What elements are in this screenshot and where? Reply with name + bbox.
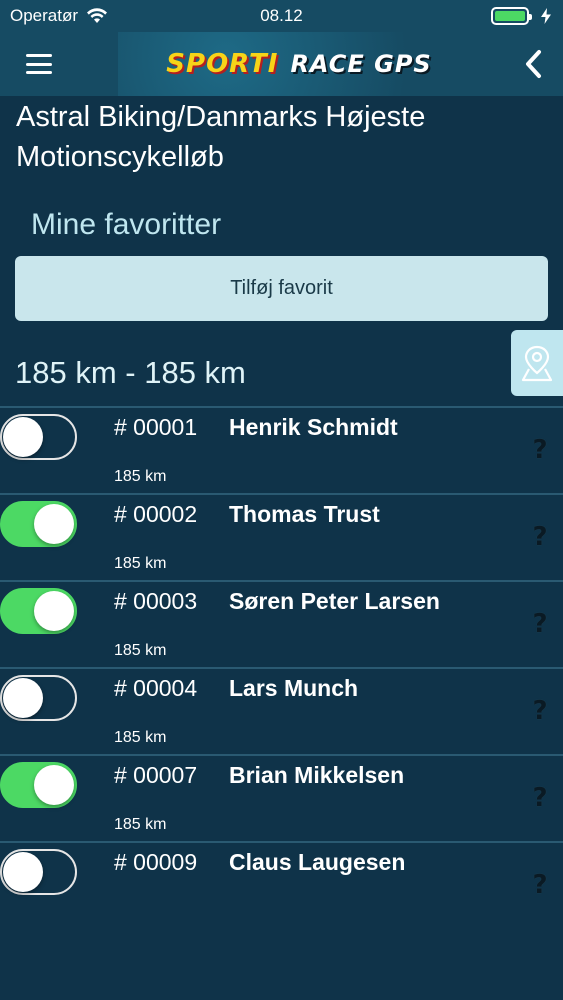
wifi-icon — [87, 8, 108, 23]
rider-row[interactable]: # 00001 Henrik Schmidt 185 km ? — [0, 406, 563, 493]
status-right — [491, 7, 551, 25]
rider-list: # 00001 Henrik Schmidt 185 km ? # 00002 … — [0, 406, 563, 928]
rider-distance: 185 km — [114, 555, 167, 572]
favorite-toggle[interactable] — [0, 414, 77, 460]
rider-name: Brian Mikkelsen — [229, 762, 405, 788]
rider-name: Claus Laugesen — [229, 849, 406, 875]
rider-bib-number: # 00007 — [114, 762, 198, 788]
charging-icon — [541, 8, 551, 24]
rider-bib-number: # 00002 — [114, 501, 198, 527]
rider-row[interactable]: # 00004 Lars Munch 185 km ? — [0, 667, 563, 754]
logo-race-gps-text: RACE GPS — [290, 50, 432, 78]
rider-distance: 185 km — [114, 642, 167, 659]
toggle-knob — [34, 504, 74, 544]
map-button[interactable] — [511, 330, 563, 396]
favorite-toggle[interactable] — [0, 762, 77, 808]
rider-bib-number: # 00001 — [114, 414, 198, 440]
carrier-label: Operatør — [10, 6, 79, 25]
rider-name: Lars Munch — [229, 675, 359, 701]
favorite-toggle[interactable] — [0, 849, 77, 895]
event-title: Astral Biking/Danmarks Højeste Motionscy… — [16, 101, 426, 173]
toggle-knob — [3, 678, 43, 718]
rider-name: Søren Peter Larsen — [229, 588, 440, 614]
rider-distance: 185 km — [114, 729, 167, 746]
question-mark-icon[interactable]: ? — [529, 610, 551, 638]
favorites-heading: Mine favoritter — [31, 208, 222, 241]
favorite-toggle[interactable] — [0, 501, 77, 547]
rider-bib-number: # 00004 — [114, 675, 198, 701]
question-mark-icon[interactable]: ? — [529, 784, 551, 812]
distance-range-heading: 185 km - 185 km — [15, 355, 246, 390]
app-logo: SPORTI RACE GPS — [118, 32, 480, 96]
add-favorite-button[interactable]: Tilføj favorit — [15, 256, 548, 321]
toggle-knob — [3, 417, 43, 457]
chevron-left-icon[interactable] — [523, 49, 545, 79]
hamburger-menu-icon[interactable] — [26, 54, 52, 74]
rider-row[interactable]: # 00003 Søren Peter Larsen 185 km ? — [0, 580, 563, 667]
battery-icon — [491, 7, 532, 25]
question-mark-icon[interactable]: ? — [529, 436, 551, 464]
favorite-toggle[interactable] — [0, 675, 77, 721]
rider-distance: 185 km — [114, 468, 167, 485]
question-mark-icon[interactable]: ? — [529, 871, 551, 899]
rider-distance: 185 km — [114, 816, 167, 833]
status-bar: Operatør 08.12 — [0, 0, 563, 32]
rider-row[interactable]: # 00007 Brian Mikkelsen 185 km ? — [0, 754, 563, 841]
rider-name: Thomas Trust — [229, 501, 380, 527]
toggle-knob — [34, 591, 74, 631]
status-left: Operatør — [10, 6, 108, 26]
question-mark-icon[interactable]: ? — [529, 697, 551, 725]
question-mark-icon[interactable]: ? — [529, 523, 551, 551]
toggle-knob — [34, 765, 74, 805]
rider-bib-number: # 00003 — [114, 588, 198, 614]
rider-row[interactable]: # 00009 Claus Laugesen ? — [0, 841, 563, 928]
rider-name: Henrik Schmidt — [229, 414, 398, 440]
toggle-knob — [3, 852, 43, 892]
map-pin-icon — [521, 345, 553, 382]
battery-level — [495, 11, 525, 21]
rider-row[interactable]: # 00002 Thomas Trust 185 km ? — [0, 493, 563, 580]
nav-bar: SPORTI RACE GPS — [0, 32, 563, 96]
favorite-toggle[interactable] — [0, 588, 77, 634]
rider-bib-number: # 00009 — [114, 849, 198, 875]
logo-sporti-text: SPORTI — [166, 49, 279, 79]
